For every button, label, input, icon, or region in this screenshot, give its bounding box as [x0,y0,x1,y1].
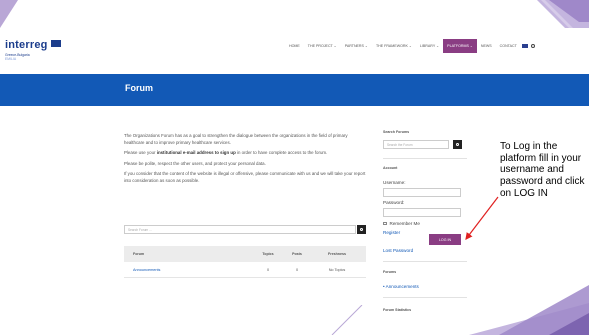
intro-text: The Organizations Forum has as a goal to… [124,133,348,145]
forum-statistics-heading: Forum Statistics [383,308,412,312]
slide-corner-bottom-mid [330,305,370,335]
signup-text: Please use your institutional e-mail add… [124,150,328,156]
sidebar-search-input[interactable]: Search the Forum [383,140,449,149]
forum-table: Forum Topics Posts Freshness Announcemen… [124,246,366,278]
username-field[interactable] [383,188,461,197]
account-heading: Account [383,166,398,170]
divider [383,297,467,298]
language-flag-icon[interactable] [521,39,529,53]
lost-password-link[interactable]: Lost Password [383,248,413,253]
search-icon [359,227,364,232]
login-instruction-callout: To Log in the platform fill in your user… [500,141,585,199]
register-link[interactable]: Register [383,230,400,235]
slide-corner-bottom-right [429,285,589,335]
slide-corner-top-left [0,0,18,28]
remember-me-checkbox[interactable]: Remember Me [383,221,420,226]
username-label: Username: [383,180,406,185]
main-nav: HOME THE PROJECT ⌄ PARTNERS ⌄ THE FRAMEW… [285,39,537,53]
interreg-logo[interactable]: interreg Greece-Bulgaria EMILIA [5,35,61,61]
checkbox-icon [383,221,387,226]
forum-main: The Organizations Forum has as a goal to… [124,133,366,278]
offensive-text: If you consider that the content of the … [124,171,366,183]
page-banner: Forum [0,74,589,106]
table-row: Announcements 0 0 No Topics [124,262,366,278]
nav-library[interactable]: LIBRARY ⌄ [416,39,443,53]
polite-text: Please be polite, respect the other user… [124,160,266,166]
forum-search-input[interactable]: Search Forum ... [124,225,356,234]
nav-partners[interactable]: PARTNERS ⌄ [341,39,372,53]
nav-the-framework[interactable]: THE FRAMEWORK ⌄ [372,39,416,53]
forum-link-announcements[interactable]: Announcements [124,268,250,272]
nav-news[interactable]: NEWS [477,39,496,53]
divider [383,261,467,262]
forum-search-button[interactable] [357,225,366,234]
password-field[interactable] [383,208,461,217]
login-button[interactable]: LOG IN [429,234,461,245]
forums-heading: Forums [383,270,397,274]
eu-flag-icon [50,40,61,47]
search-icon [455,142,460,147]
search-icon[interactable] [529,39,537,53]
page-title: Forum [125,83,153,93]
site-header: interreg Greece-Bulgaria EMILIA HOME THE… [0,28,589,74]
sidebar-search-button[interactable] [453,140,462,149]
nav-the-project[interactable]: THE PROJECT ⌄ [304,39,341,53]
nav-platforms[interactable]: PLATFORMS ⌄ [443,39,477,53]
divider [383,158,467,159]
nav-home[interactable]: HOME [285,39,304,53]
sidebar-forum-link[interactable]: • Announcements [383,284,419,289]
password-label: Password: [383,200,405,205]
table-header: Forum Topics Posts Freshness [124,246,366,262]
search-forums-heading: Search Forums [383,130,410,134]
nav-contact[interactable]: CONTACT [496,39,521,53]
slide-corner-top-right [449,0,589,30]
